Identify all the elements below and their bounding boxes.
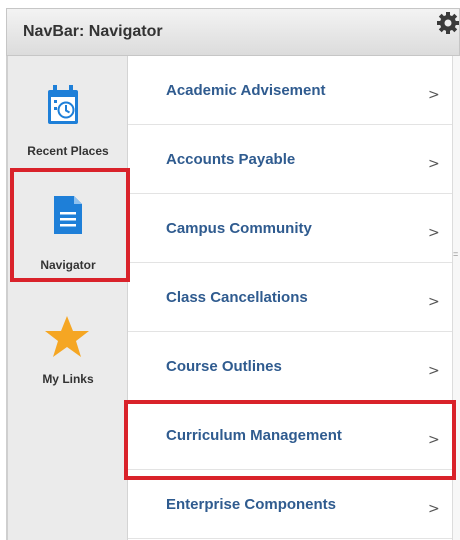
star-icon [45,316,89,357]
menu-item-accounts-payable[interactable]: Accounts Payable > [128,125,452,194]
menu-item-label: Curriculum Management [166,427,342,444]
navbar-sidebar: Recent Places Navigator My Links [8,56,128,540]
gear-icon[interactable] [436,11,460,35]
chevron-right-icon: > [428,87,440,103]
menu-item-curriculum-management[interactable]: Curriculum Management > [128,401,452,470]
chevron-right-icon: > [428,225,440,241]
menu-item-label: Course Outlines [166,358,282,375]
chevron-right-icon: > [428,432,440,448]
scrollbar[interactable]: = [452,56,460,540]
navbar-header: NavBar: Navigator [6,8,460,56]
page-title: NavBar: Navigator [23,23,163,40]
scroll-grip-icon: = [453,249,459,259]
menu-item-course-outlines[interactable]: Course Outlines > [128,332,452,401]
sidebar-item-navigator[interactable]: Navigator [8,170,128,280]
menu-item-enterprise-components[interactable]: Enterprise Components > [128,470,452,539]
document-icon [54,196,82,234]
chevron-right-icon: > [428,156,440,172]
sidebar-item-label: Recent Places [27,144,109,158]
top-strip [0,0,460,8]
menu-item-campus-community[interactable]: Campus Community > [128,194,452,263]
navigator-menu-list: Academic Advisement > Accounts Payable >… [128,56,452,540]
menu-item-label: Campus Community [166,220,312,237]
menu-item-label: Class Cancellations [166,289,308,306]
menu-item-label: Academic Advisement [166,82,326,99]
menu-item-academic-advisement[interactable]: Academic Advisement > [128,56,452,125]
calendar-clock-icon [48,85,78,124]
chevron-right-icon: > [428,294,440,310]
menu-item-label: Accounts Payable [166,151,296,168]
chevron-right-icon: > [428,363,440,379]
sidebar-item-label: My Links [42,372,94,386]
menu-item-class-cancellations[interactable]: Class Cancellations > [128,263,452,332]
sidebar-item-recent-places[interactable]: Recent Places [8,56,128,158]
chevron-right-icon: > [428,501,440,517]
sidebar-item-my-links[interactable]: My Links [8,304,128,404]
menu-item-label: Enterprise Components [166,496,337,513]
sidebar-item-label: Navigator [40,258,96,272]
